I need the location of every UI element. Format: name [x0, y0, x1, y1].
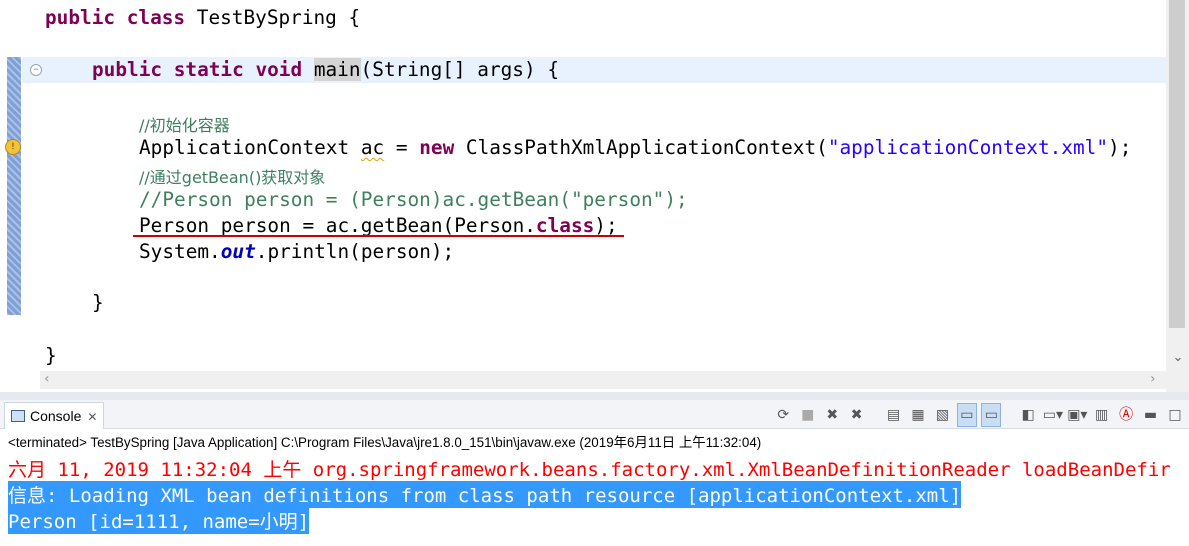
red-underline-annotation [133, 235, 624, 237]
remove-all-icon[interactable]: ✖ [822, 404, 842, 426]
word-wrap-icon[interactable]: ▦ [908, 404, 928, 426]
code-line-class: public class TestBySpring { [45, 6, 361, 29]
code-comment-init: //初始化容器 [139, 116, 230, 135]
code-close-class: } [45, 344, 57, 367]
console-icon [11, 410, 25, 422]
console-selected-line[interactable]: 信息: Loading XML bean definitions from cl… [8, 481, 962, 508]
code-line-getbean: Person person = ac.getBean(Person.class)… [139, 214, 618, 237]
console-toolbar: ⟳ ■ ✖ ✖ ▤ ▦ ▧ ▭ ▭ ◧ ▭▾ ▣▾ ▥ Ⓐ ▬ □ [773, 403, 1185, 427]
unused-warning-var: ac [360, 136, 385, 159]
console-log-line[interactable]: 六月 11, 2019 11:32:04 上午 org.springframew… [8, 455, 1171, 482]
tab-console[interactable]: Console ✕ [4, 402, 105, 429]
panel-separator[interactable] [0, 392, 1189, 400]
code-comment-getbean: //通过getBean()获取对象 [139, 168, 326, 187]
close-icon[interactable]: ✕ [87, 410, 97, 424]
console-title-bar: Console ✕ ⟳ ■ ✖ ✖ ▤ ▦ ▧ ▭ ▭ ◧ ▭▾ ▣▾ ▥ Ⓐ ▬… [0, 400, 1189, 429]
console-selected-line[interactable]: Person [id=1111, name=小明] [8, 507, 310, 534]
scroll-left-icon[interactable]: ‹ [44, 371, 50, 387]
console-view: Console ✕ ⟳ ■ ✖ ✖ ▤ ▦ ▧ ▭ ▭ ◧ ▭▾ ▣▾ ▥ Ⓐ ▬… [0, 400, 1189, 546]
scroll-right-icon[interactable]: › [1150, 371, 1156, 387]
editor-scroll-thumb[interactable] [1169, 0, 1185, 328]
code-line-appctx: ApplicationContext ac = new ClassPathXml… [139, 136, 1132, 159]
code-text[interactable]: public class TestBySpring { public stati… [0, 0, 1131, 392]
editor-horizontal-scrollbar[interactable] [40, 371, 1166, 389]
terminate-icon[interactable]: ■ [798, 404, 818, 426]
open-console-icon[interactable]: ▭▾ [1043, 404, 1063, 426]
minimize-icon[interactable]: ▬ [1141, 404, 1161, 426]
display-selected-console-icon[interactable]: ◧ [1018, 404, 1038, 426]
method-name-occurrence: main [313, 58, 361, 81]
scroll-down-icon[interactable]: ⌄ [1168, 350, 1188, 368]
remove-terminated-icon[interactable]: ✖ [847, 404, 867, 426]
code-editor[interactable]: − ! public class TestBySpring { public s… [0, 0, 1189, 392]
maximize-icon[interactable]: □ [1165, 404, 1185, 426]
code-comment-cast: //Person person = (Person)ac.getBean("pe… [139, 188, 688, 211]
code-line-main: public static void main(String[] args) { [92, 58, 559, 81]
help-icon[interactable]: Ⓐ [1116, 404, 1136, 426]
scroll-lock-icon[interactable]: ▤ [884, 404, 904, 426]
show-on-stdout-icon[interactable]: ▧ [932, 404, 952, 426]
properties-icon[interactable]: ▥ [1092, 404, 1112, 426]
code-close-method: } [92, 291, 104, 314]
remove-launch-icon[interactable]: ⟳ [773, 404, 793, 426]
new-console-icon[interactable]: ▣▾ [1067, 404, 1087, 426]
code-line-println: System.out.println(person); [139, 240, 455, 263]
terminated-status: <terminated> TestBySpring [Java Applicat… [8, 435, 762, 450]
show-on-stderr-icon[interactable]: ▭ [956, 403, 977, 427]
pin-console-icon[interactable]: ▭ [981, 403, 1002, 427]
